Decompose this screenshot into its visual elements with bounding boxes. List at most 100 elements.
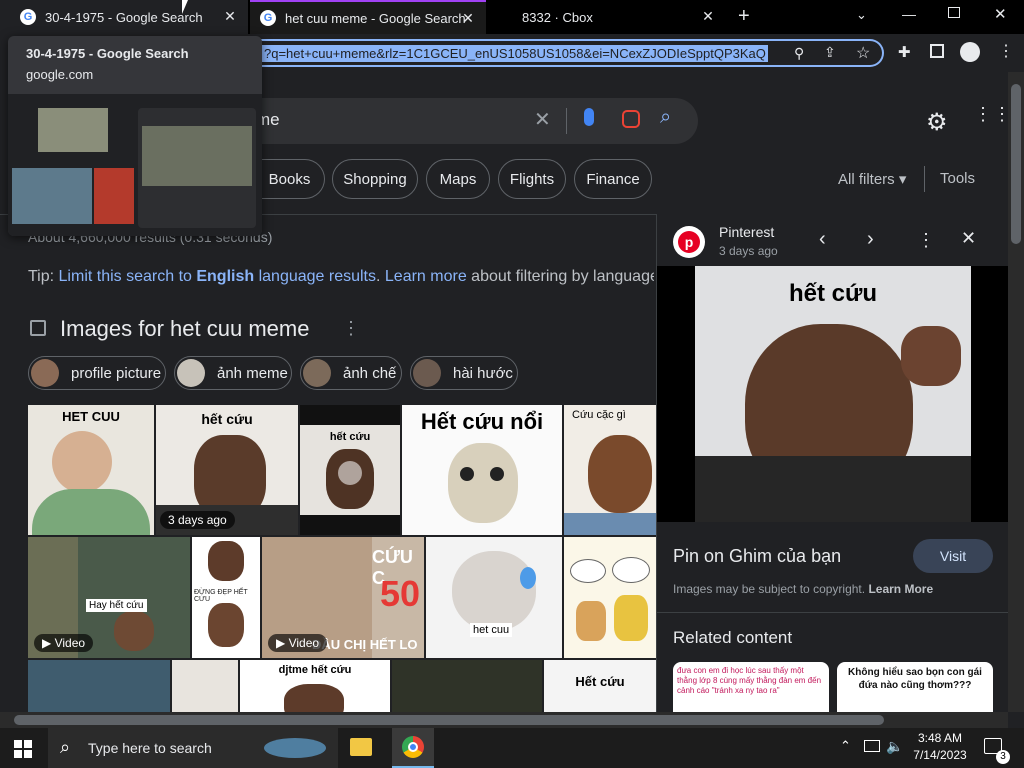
tab-hover-card: 30-4-1975 - Google Search google.com: [8, 36, 262, 236]
chip-anh-che[interactable]: ảnh chế: [300, 356, 402, 390]
bookmark-star-icon[interactable]: ☆: [856, 43, 870, 63]
filter-shopping[interactable]: Shopping: [332, 159, 418, 199]
tip-suffix: about filtering by language: [466, 268, 654, 285]
language-tip: Tip: Limit this search to English langua…: [28, 268, 654, 286]
skull-shape: [448, 443, 518, 523]
tab-30-4-1975[interactable]: G 30-4-1975 - Google Search ✕: [0, 0, 248, 34]
image-result-cuu-cac-gi[interactable]: Cứu cặc gì: [564, 405, 656, 535]
image-result-het-cuu-small[interactable]: Hết cứu: [544, 660, 656, 712]
image-result-het-cuu-video[interactable]: hết cứu: [300, 405, 400, 535]
preview-image-frame: hết cứu: [657, 266, 1009, 522]
all-filters-button[interactable]: All filters ▾: [838, 170, 906, 188]
image-result-het-cuu-selfie[interactable]: hết cứu 3 days ago: [156, 405, 298, 535]
taskbar-search-box[interactable]: ⌕ Type here to search: [48, 728, 338, 768]
more-options-icon[interactable]: ⋮: [342, 318, 360, 339]
restore-button[interactable]: [948, 7, 960, 18]
file-explorer-icon[interactable]: [350, 738, 372, 756]
extensions-icon[interactable]: ✚: [898, 43, 911, 61]
chip-thumbnail: [413, 359, 441, 387]
windows-start-icon[interactable]: [14, 740, 32, 758]
images-heading[interactable]: Images for het cuu meme: [60, 316, 309, 342]
tools-button[interactable]: Tools: [940, 170, 975, 187]
share-icon[interactable]: ⇪: [824, 44, 836, 61]
filter-finance[interactable]: Finance: [574, 159, 652, 199]
clear-icon[interactable]: ✕: [534, 107, 551, 132]
network-icon[interactable]: [864, 740, 880, 752]
related-content-heading: Related content: [673, 628, 793, 647]
image-result-building[interactable]: [28, 660, 170, 712]
scrollbar-thumb[interactable]: [14, 715, 884, 725]
meme-caption: Cứu cặc gì: [572, 409, 626, 421]
image-result-cuu-c-50[interactable]: CỨU C 50 ĐẦU CHỊ HẾT LO ▶ Video: [262, 537, 424, 658]
related-item-text: Không hiểu sao bọn con gái đứa nào cũng …: [848, 667, 982, 691]
meme-caption: hết cứu: [329, 431, 371, 443]
image-result-comic[interactable]: [564, 537, 656, 658]
url-text: ?q=het+cuu+meme&rlz=1C1GCEU_enUS1058US10…: [262, 45, 768, 62]
source-age: 3 days ago: [719, 244, 778, 258]
chip-label: hài hước: [453, 364, 513, 382]
horizontal-scrollbar[interactable]: [0, 712, 1008, 728]
related-item-1[interactable]: đưa con em đi học lúc sau thấy một thằng…: [673, 662, 829, 714]
shirt-shape: [564, 513, 656, 535]
address-bar[interactable]: ?q=het+cuu+meme&rlz=1C1GCEU_enUS1058US10…: [258, 39, 884, 67]
side-panel-icon[interactable]: [930, 44, 944, 58]
google-icon: G: [260, 10, 276, 26]
face-shape: [208, 541, 244, 581]
limit-language-link[interactable]: Limit this search to English language re…: [59, 268, 376, 285]
clock[interactable]: 3:48 AM 7/14/2023: [908, 731, 972, 762]
microphone-icon[interactable]: [584, 108, 594, 126]
new-tab-button[interactable]: +: [738, 5, 750, 28]
filter-books[interactable]: Books: [255, 159, 325, 199]
tab-search-chevron-icon[interactable]: ⌄: [856, 7, 867, 23]
close-icon[interactable]: ✕: [700, 8, 716, 25]
chip-thumbnail: [177, 359, 205, 387]
image-result-dung-dep-het-cuu[interactable]: ĐỪNG ĐẸP HẾT CỨU: [192, 537, 260, 658]
tray-chevron-icon[interactable]: ⌃: [840, 738, 851, 754]
chip-hai-huoc[interactable]: hài hước: [410, 356, 518, 390]
scrollbar-thumb[interactable]: [1011, 84, 1021, 244]
google-lens-icon[interactable]: [622, 110, 640, 128]
learn-more-link[interactable]: Learn more: [385, 268, 467, 285]
tab-het-cuu-meme[interactable]: G het cuu meme - Google Search ✕: [250, 0, 486, 34]
image-result-hay-het-cuu-video[interactable]: Hay hết cứu ▶ Video: [28, 537, 190, 658]
tab-cbox[interactable]: 8332 · Cbox ✕: [490, 0, 726, 34]
chip-profile-picture[interactable]: profile picture: [28, 356, 166, 390]
preview-image[interactable]: hết cứu: [695, 266, 971, 522]
settings-gear-icon[interactable]: ⚙: [926, 108, 948, 137]
tip-dot: .: [376, 268, 385, 285]
learn-more-link[interactable]: Learn More: [868, 582, 933, 596]
pin-title[interactable]: Pin on Ghim của bạn: [673, 546, 841, 567]
filter-label: Books: [268, 170, 311, 188]
face-shape: [114, 611, 154, 651]
visit-button[interactable]: Visit: [913, 539, 993, 573]
profile-avatar[interactable]: [960, 42, 980, 62]
next-arrow-icon[interactable]: ›: [867, 228, 874, 251]
window-close-button[interactable]: ✕: [994, 5, 1007, 23]
browser-menu-icon[interactable]: ⋮: [998, 41, 1014, 61]
minimize-button[interactable]: —: [902, 6, 916, 22]
eye-socket: [460, 467, 474, 481]
close-icon[interactable]: ✕: [460, 10, 476, 27]
more-options-icon[interactable]: ⋮: [917, 230, 935, 251]
location-icon[interactable]: ⚲: [794, 45, 804, 62]
filter-maps[interactable]: Maps: [426, 159, 490, 199]
image-result-video-frame[interactable]: [392, 660, 542, 712]
image-result-djtme[interactable]: djtme hết cứu: [240, 660, 390, 712]
close-panel-icon[interactable]: ✕: [961, 228, 976, 249]
shirt-shape: [695, 456, 971, 522]
image-result-text-post[interactable]: [172, 660, 238, 712]
related-item-2[interactable]: Không hiểu sao bọn con gái đứa nào cũng …: [837, 662, 993, 714]
related-item-text: đưa con em đi học lúc sau thấy một thằng…: [677, 666, 822, 695]
vertical-scrollbar[interactable]: [1008, 72, 1024, 712]
source-name[interactable]: Pinterest: [719, 224, 774, 240]
chip-anh-meme[interactable]: ảnh meme: [174, 356, 292, 390]
chrome-taskbar-button[interactable]: [392, 728, 434, 768]
image-result-het-cuu-man[interactable]: HET CUU: [28, 405, 154, 535]
search-icon[interactable]: ⌕: [660, 106, 671, 129]
image-result-crying-cat[interactable]: het cuu: [426, 537, 562, 658]
volume-muted-icon[interactable]: 🔈: [886, 738, 903, 755]
close-icon[interactable]: ✕: [222, 8, 238, 25]
image-result-het-cuu-noi-skull[interactable]: Hết cứu nổi: [402, 405, 562, 535]
previous-arrow-icon[interactable]: ‹: [819, 228, 826, 251]
filter-flights[interactable]: Flights: [498, 159, 566, 199]
